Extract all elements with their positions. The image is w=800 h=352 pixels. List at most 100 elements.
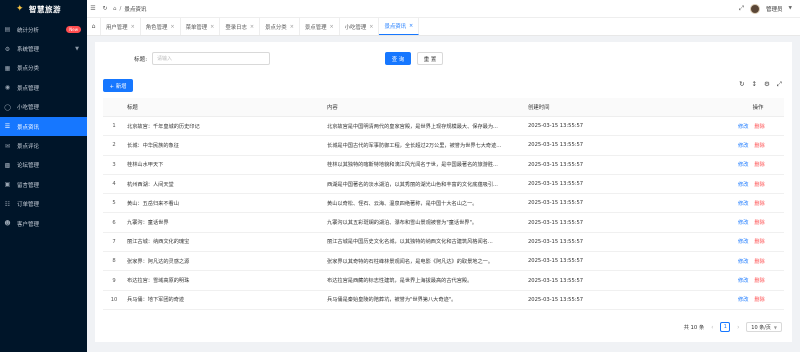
delete-link[interactable]: 删除 xyxy=(754,181,764,188)
delete-link[interactable]: 删除 xyxy=(754,200,764,207)
sidebar-item[interactable]: ◯ 小吃管理 xyxy=(0,98,87,117)
sidebar-item[interactable]: ☻ 客户管理 xyxy=(0,214,87,233)
table-row: 6 九寨沟：童话世界 九寨沟以其五彩斑斓的湖泊、瀑布和雪山景观被誉为"童话世界"。 2… xyxy=(103,213,784,233)
sidebar-item[interactable]: ▤ 统计分析 New xyxy=(0,20,87,39)
row-created-time: 2025-03-15 13:55:57 xyxy=(528,238,584,245)
menu-toggle-icon[interactable]: ☰ xyxy=(87,5,99,12)
close-icon[interactable]: × xyxy=(409,23,413,29)
tab[interactable]: 景点管理 × xyxy=(300,18,340,35)
username[interactable]: 管理员 xyxy=(766,5,783,13)
prev-page-icon[interactable]: ‹ xyxy=(708,324,716,331)
sidebar-item[interactable]: ▩ 论坛管理 xyxy=(0,156,87,175)
table-row: 10 兵马俑：地下军团的奇迹 兵马俑是秦始皇陵的陪葬坑，被誉为"世界第八大奇迹"。 2… xyxy=(103,291,784,310)
edit-link[interactable]: 修改 xyxy=(738,238,748,245)
page-size-value: 10 条/页 xyxy=(751,324,771,331)
delete-link[interactable]: 删除 xyxy=(754,219,764,226)
row-actions: 修改 删除 xyxy=(732,219,784,226)
delete-link[interactable]: 删除 xyxy=(754,238,764,245)
query-button[interactable]: 查 询 xyxy=(385,52,411,65)
title-search-input[interactable] xyxy=(152,52,270,65)
close-icon[interactable]: × xyxy=(170,24,174,30)
avatar[interactable] xyxy=(750,3,761,14)
sidebar-item[interactable]: ▦ 景点分类 xyxy=(0,59,87,78)
content-card: 标题: 查 询 重 置 + 新增 ↻ ↕ ⚙ ⤢ 标题 内容 创建时间 操作 1… xyxy=(95,42,792,342)
home-icon[interactable]: ⌂ xyxy=(113,6,117,12)
edit-link[interactable]: 修改 xyxy=(738,219,748,226)
tab[interactable]: 菜单管理 × xyxy=(181,18,221,35)
sidebar-item[interactable]: ✉ 景点评论 xyxy=(0,136,87,155)
row-title: 布达拉宫：雪域高原的明珠 xyxy=(127,278,190,285)
total-count: 共 10 条 xyxy=(683,325,705,331)
column-height-icon[interactable]: ↕ xyxy=(752,80,757,89)
page-number[interactable]: 1 xyxy=(720,322,731,332)
fullscreen-icon[interactable]: ⤢ xyxy=(777,80,782,89)
close-icon[interactable]: × xyxy=(250,24,254,30)
row-content: 黄山以奇松、怪石、云海、温泉四绝著称，是中国十大名山之一。 xyxy=(327,200,478,207)
pagination: 共 10 条 ‹ 1 › 10 条/页 ▼ xyxy=(684,322,782,332)
edit-link[interactable]: 修改 xyxy=(738,258,748,265)
close-icon[interactable]: × xyxy=(131,24,135,30)
app-name: 智慧旅游 xyxy=(29,4,61,14)
row-title: 黄山：五岳归来不看山 xyxy=(127,200,179,207)
edit-link[interactable]: 修改 xyxy=(738,200,748,207)
tab-label: 登录日志 xyxy=(225,24,247,31)
sidebar-item[interactable]: ▣ 留言管理 xyxy=(0,175,87,194)
row-content: 张家界以其奇特的石柱峰林景观闻名，是电影《阿凡达》的取景地之一。 xyxy=(327,258,494,265)
page-size-select[interactable]: 10 条/页 ▼ xyxy=(746,322,782,332)
delete-link[interactable]: 删除 xyxy=(754,161,764,168)
delete-link[interactable]: 删除 xyxy=(754,277,764,284)
tab[interactable]: 小吃管理 × xyxy=(340,18,380,35)
sidebar-item-label: 论坛管理 xyxy=(17,163,40,170)
column-header-op: 操作 xyxy=(752,105,764,111)
refresh-icon[interactable]: ↻ xyxy=(99,5,111,12)
edit-link[interactable]: 修改 xyxy=(738,277,748,284)
reset-button[interactable]: 重 置 xyxy=(417,52,443,65)
close-icon[interactable]: × xyxy=(290,24,294,30)
sidebar-item-label: 景点分类 xyxy=(17,66,40,73)
column-header-content: 内容 xyxy=(327,105,338,111)
tab[interactable]: 景点资讯 × xyxy=(379,18,420,35)
sidebar-item-label: 留言管理 xyxy=(17,182,40,189)
chevron-down-icon[interactable]: ▼ xyxy=(789,6,792,11)
tab[interactable]: 角色管理 × xyxy=(141,18,181,35)
next-page-icon[interactable]: › xyxy=(734,324,742,331)
sidebar-item[interactable]: ☰ 景点资讯 xyxy=(0,116,87,137)
refresh-icon[interactable]: ↻ xyxy=(739,80,744,89)
close-icon[interactable]: × xyxy=(369,24,373,30)
sidebar-item[interactable]: ⚙ 系统管理 ▼ xyxy=(0,39,87,58)
edit-link[interactable]: 修改 xyxy=(738,181,748,188)
fullscreen-icon[interactable]: ⤢ xyxy=(739,4,744,13)
table-header: 标题 内容 创建时间 操作 xyxy=(103,98,784,117)
close-icon[interactable]: × xyxy=(329,24,333,30)
tab-label: 角色管理 xyxy=(145,24,168,31)
table-row: 4 杭州西湖：人间天堂 西湖是中国著名的淡水湖泊，以其秀丽的湖光山色和丰富的文化底蕴… xyxy=(103,175,784,195)
delete-link[interactable]: 删除 xyxy=(754,296,764,303)
app-logo[interactable]: ✦ 智慧旅游 xyxy=(0,0,87,18)
edit-link[interactable]: 修改 xyxy=(738,296,748,303)
row-content: 北京故宫是中国明清两代的皇家宫殿，是世界上现存规模最大、保存最为... xyxy=(327,123,498,130)
edit-link[interactable]: 修改 xyxy=(738,142,748,149)
forum-icon: ▩ xyxy=(4,161,11,169)
delete-link[interactable]: 删除 xyxy=(754,142,764,149)
add-button[interactable]: + 新增 xyxy=(103,79,133,92)
category-icon: ▦ xyxy=(4,64,11,72)
chart-icon: ▤ xyxy=(4,26,11,34)
tab[interactable]: 用户管理 × xyxy=(101,18,141,35)
tab-home-icon[interactable]: ⌂ xyxy=(87,18,101,35)
close-icon[interactable]: × xyxy=(210,24,214,30)
tab-label: 小吃管理 xyxy=(344,24,367,31)
gear-icon: ⚙ xyxy=(4,45,11,53)
sidebar-item[interactable]: ◉ 景点管理 xyxy=(0,78,87,97)
delete-link[interactable]: 删除 xyxy=(754,123,764,130)
delete-link[interactable]: 删除 xyxy=(754,258,764,265)
settings-icon[interactable]: ⚙ xyxy=(764,80,770,89)
breadcrumb-current: 景点资讯 xyxy=(124,6,147,13)
row-title: 张家界：阿凡达的灵感之源 xyxy=(127,258,190,265)
edit-link[interactable]: 修改 xyxy=(738,161,748,168)
row-title: 兵马俑：地下军团的奇迹 xyxy=(127,297,185,304)
sidebar-item[interactable]: ☷ 订单管理 xyxy=(0,195,87,214)
tab[interactable]: 景点分类 × xyxy=(260,18,300,35)
edit-link[interactable]: 修改 xyxy=(738,123,748,130)
tab[interactable]: 登录日志 × xyxy=(220,18,261,35)
row-title: 桂林山水甲天下 xyxy=(127,162,164,169)
